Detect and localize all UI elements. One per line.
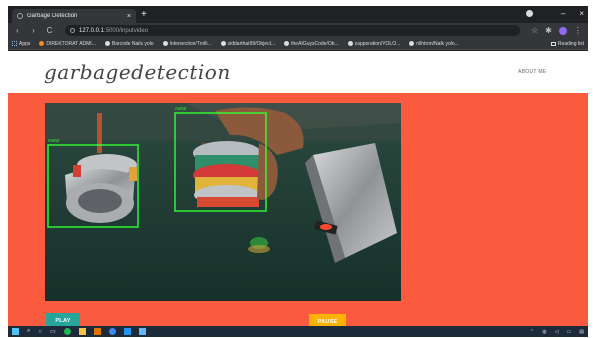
github-icon: [162, 41, 168, 46]
reload-button[interactable]: C: [45, 23, 54, 38]
minimize-button[interactable]: –: [561, 8, 565, 20]
file-explorer-icon[interactable]: [78, 328, 86, 335]
bookmark-label: DIREKTORAT ADMI...: [46, 40, 96, 47]
tab-close-icon[interactable]: ×: [127, 13, 131, 20]
new-tab-button[interactable]: +: [141, 9, 147, 21]
vscode-icon[interactable]: [123, 328, 131, 335]
detection-label: metal: [48, 138, 60, 143]
battery-icon[interactable]: ▭: [567, 329, 572, 335]
video-feed: metal metal: [45, 103, 401, 301]
brand-logo[interactable]: garbagedetection: [44, 60, 231, 84]
task-view-icon[interactable]: ▭: [50, 328, 56, 335]
apps-icon: [12, 41, 17, 46]
bookmark-apps[interactable]: Apps: [12, 41, 30, 47]
back-button[interactable]: ‹: [13, 23, 22, 38]
profile-icon[interactable]: [526, 10, 533, 17]
url-path: :5000/inputvideo: [104, 27, 149, 34]
volume-icon[interactable]: ◁: [555, 329, 559, 335]
site-icon: [39, 41, 45, 46]
cortana-icon[interactable]: ○: [38, 329, 42, 335]
github-icon: [220, 41, 226, 46]
reading-list-label: Reading list: [557, 40, 584, 47]
windows-start-icon[interactable]: [12, 328, 19, 335]
address-bar[interactable]: 127.0.0.1 :5000/inputvideo: [65, 25, 520, 36]
close-window-button[interactable]: ×: [579, 8, 584, 20]
bookmark-label: zapporation/YOLO...: [354, 40, 401, 47]
spotify-icon[interactable]: [63, 328, 71, 335]
windows-taskbar: ⌕ ○ ▭ ⌃ ◍ ◁ ▭ ▤: [8, 326, 588, 337]
menu-icon[interactable]: ⋮: [574, 26, 582, 35]
github-icon: [409, 41, 415, 46]
bookmark-star-icon[interactable]: ☆: [531, 26, 538, 35]
bookmark-item[interactable]: DIREKTORAT ADMI...: [39, 40, 96, 47]
browser-tab[interactable]: Garbage Detection ×: [12, 9, 136, 23]
bookmark-item[interactable]: Barcode Nails yolo: [104, 40, 154, 47]
bookmark-label: siddarthat99/Object...: [227, 40, 276, 47]
video-frame: [45, 103, 401, 301]
system-tray: ⌃ ◍ ◁ ▭ ▤: [530, 329, 584, 335]
bookmark-item[interactable]: zapporation/YOLO...: [347, 40, 401, 47]
chevron-up-icon[interactable]: ⌃: [530, 329, 534, 335]
network-icon[interactable]: ◍: [542, 329, 546, 335]
about-me-link[interactable]: ABOUT ME: [518, 69, 546, 75]
bookmark-item[interactable]: siddarthat99/Object...: [220, 40, 276, 47]
bookmark-label: nlihtron/Nalk yolo...: [416, 40, 459, 47]
reading-list-icon: [550, 41, 556, 46]
info-icon[interactable]: [70, 28, 75, 33]
bookmark-label: Barcode Nails yolo: [111, 40, 154, 47]
page-content: garbagedetection ABOUT ME metal metal PL…: [8, 51, 588, 330]
tab-strip: Garbage Detection × + – ×: [8, 6, 588, 23]
github-icon: [104, 41, 110, 46]
github-icon: [284, 41, 290, 46]
bookmark-label: Intersection/Trolli...: [169, 40, 212, 47]
bookmark-item[interactable]: theAIGuysCode/Ob...: [284, 41, 339, 47]
tab-title: Garbage Detection: [27, 13, 78, 19]
bookmark-label: theAIGuysCode/Ob...: [291, 40, 339, 47]
detection-label: metal: [175, 106, 187, 111]
bookmark-item[interactable]: nlihtron/Nalk yolo...: [409, 41, 459, 47]
browser-window: Garbage Detection × + – × ‹ › C 127.0.0.…: [8, 6, 588, 337]
bookmarks-bar: Apps DIREKTORAT ADMI... Barcode Nails yo…: [8, 38, 588, 50]
avatar[interactable]: [558, 26, 567, 35]
chrome-icon[interactable]: [108, 328, 116, 335]
app-icon[interactable]: [138, 328, 146, 335]
search-icon[interactable]: ⌕: [27, 328, 30, 335]
browser-toolbar: ‹ › C 127.0.0.1 :5000/inputvideo ☆ ✱ ⋮: [8, 23, 588, 38]
url-host: 127.0.0.1: [79, 27, 105, 34]
bookmark-item[interactable]: Intersection/Trolli...: [162, 40, 212, 47]
globe-icon: [17, 13, 23, 19]
notifications-icon[interactable]: ▤: [579, 329, 584, 335]
forward-button[interactable]: ›: [29, 23, 38, 38]
site-navbar: garbagedetection ABOUT ME: [8, 51, 588, 93]
bookmark-label: Apps: [19, 40, 31, 47]
extensions-icon[interactable]: ✱: [545, 26, 552, 35]
reading-list[interactable]: Reading list: [550, 40, 584, 47]
github-icon: [347, 41, 353, 46]
app-icon[interactable]: [93, 328, 101, 335]
